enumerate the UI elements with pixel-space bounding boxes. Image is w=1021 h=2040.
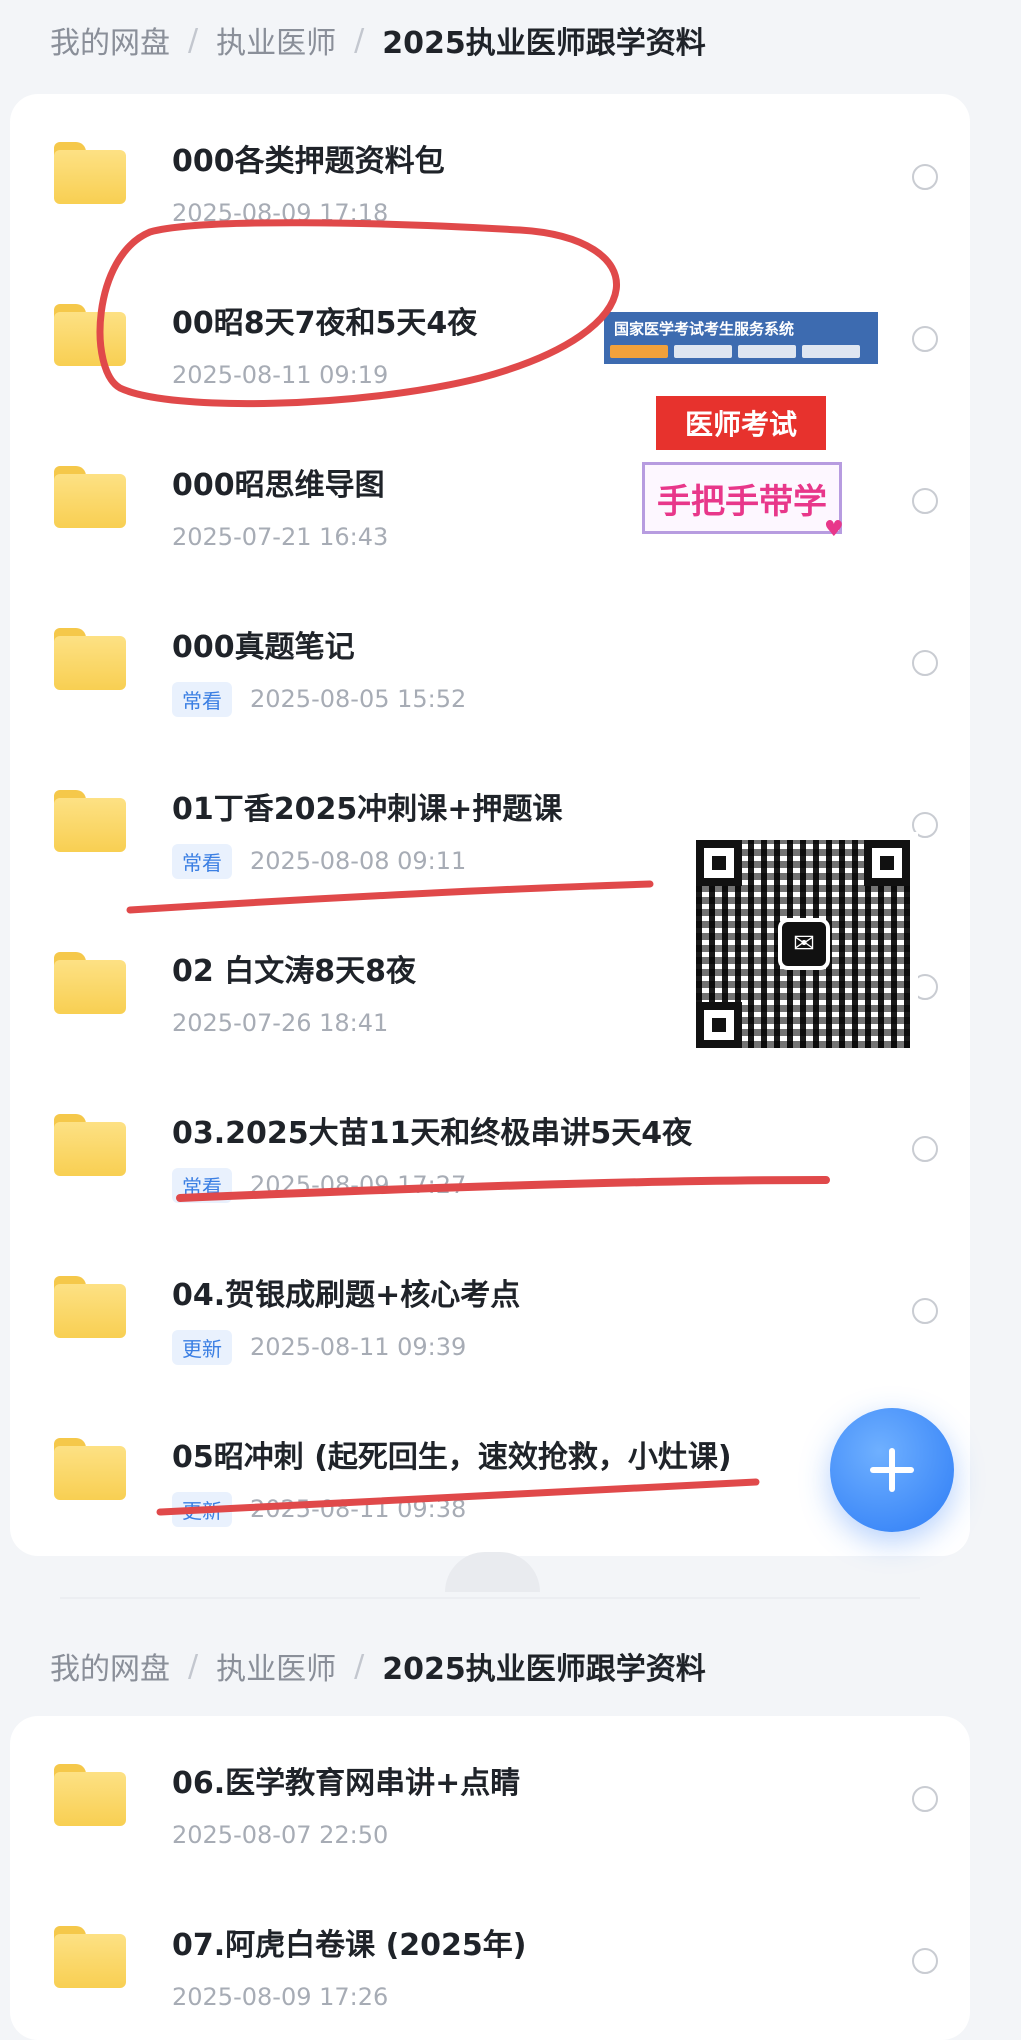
file-browser-screen: 我的网盘 / 执业医师 / 2025执业医师跟学资料 000各类押题资料包 20… (0, 0, 1021, 2040)
underline-mark (126, 880, 654, 914)
underline-mark (156, 1478, 760, 1516)
annotation-layer (96, 219, 830, 1516)
underline-mark (176, 1176, 830, 1202)
highlight-circle (96, 219, 620, 408)
